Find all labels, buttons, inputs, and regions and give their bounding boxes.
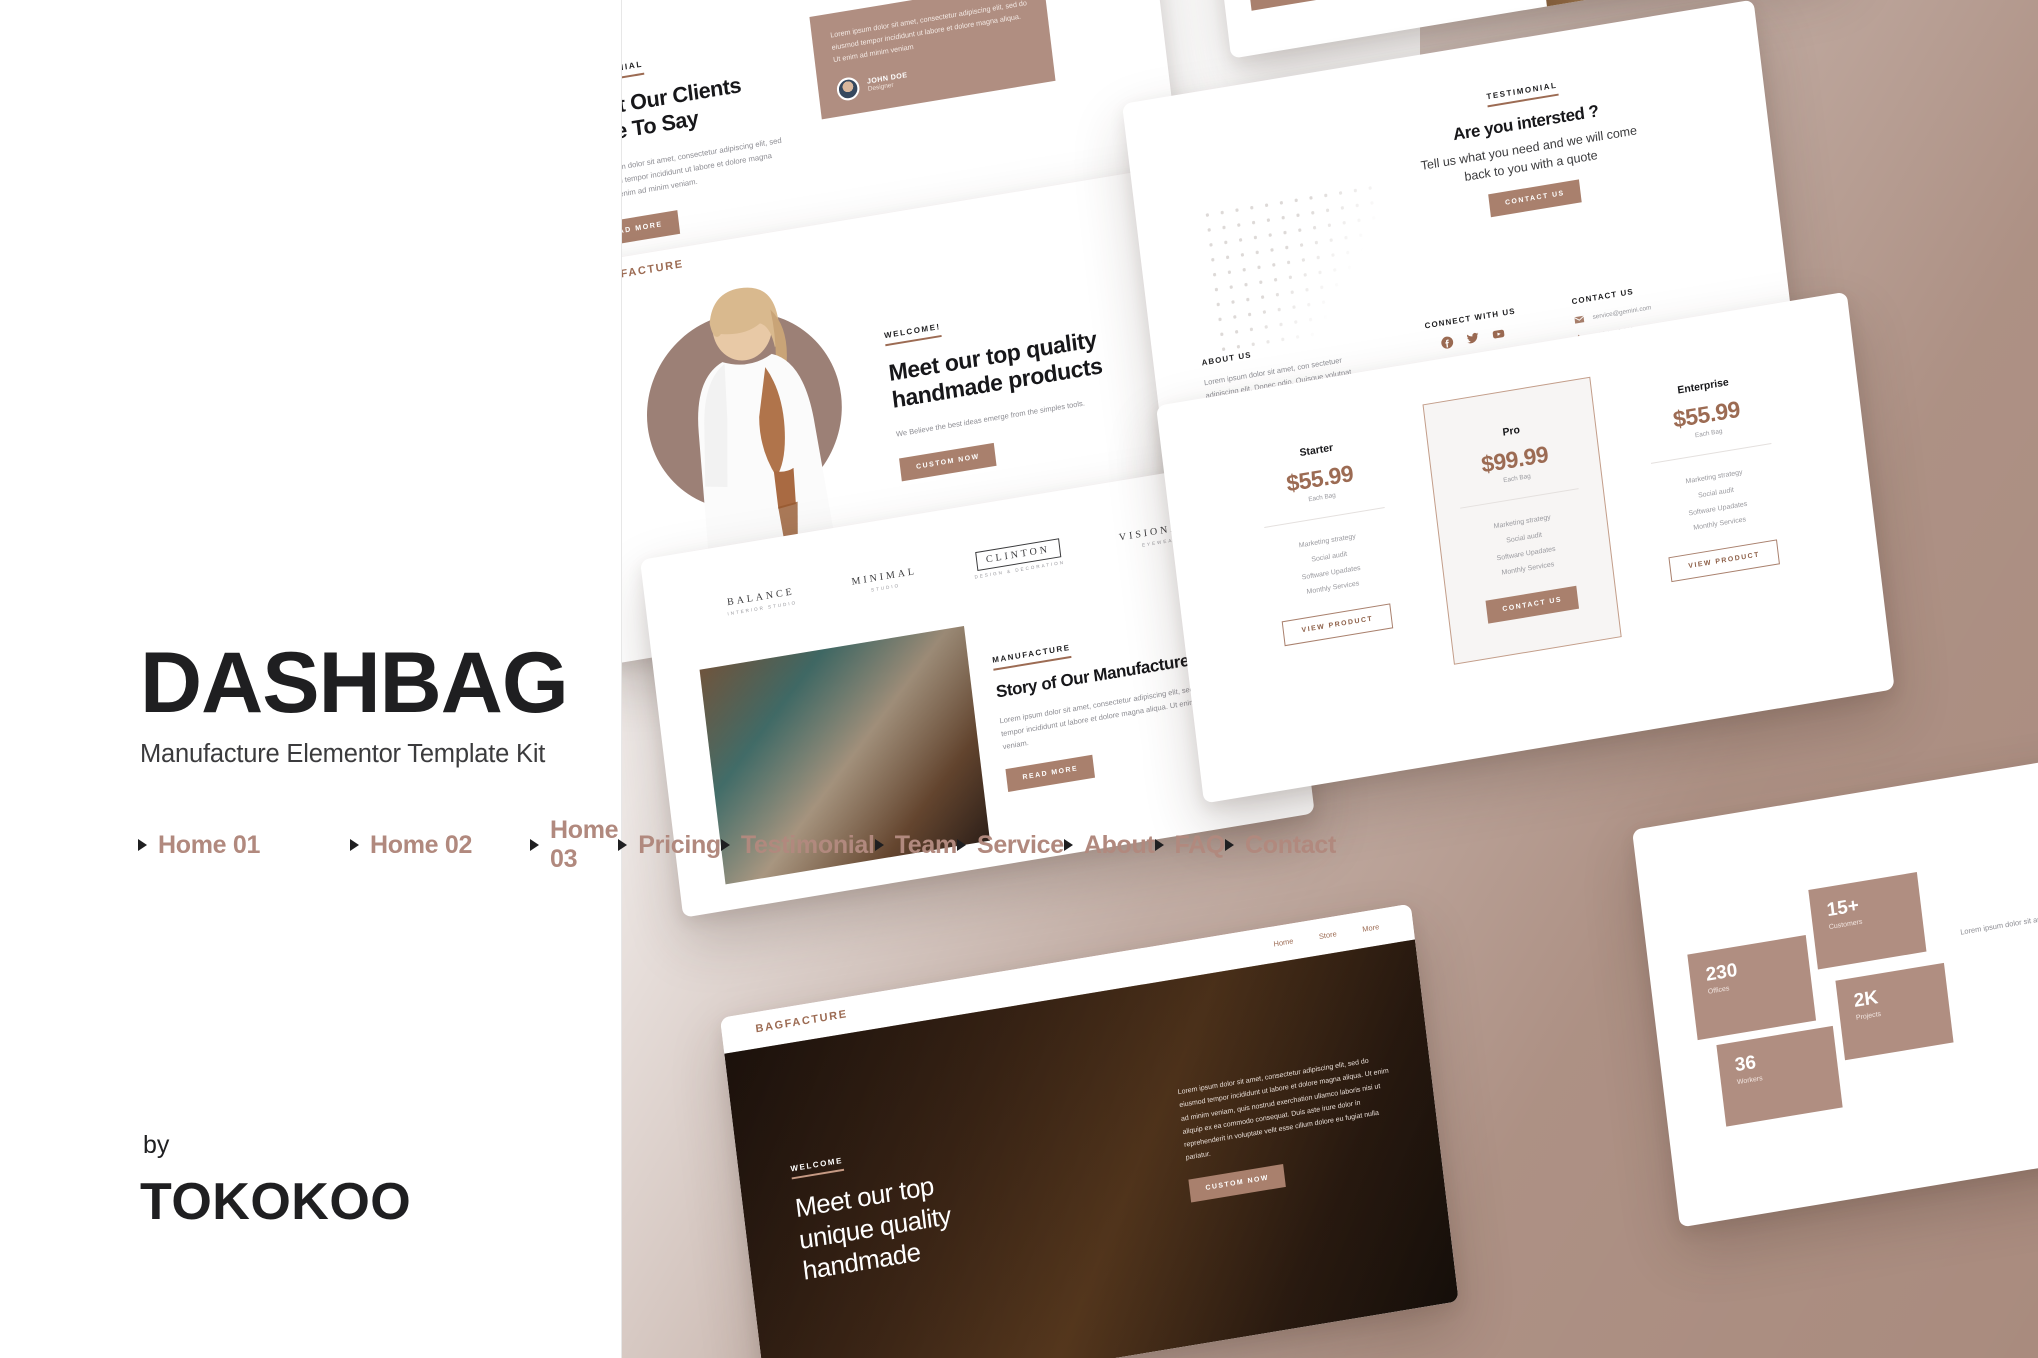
menu-item-home-03[interactable]: Home 03: [530, 816, 619, 873]
author-brand: TOKOKOO: [140, 1173, 412, 1231]
menu-item-about[interactable]: About: [1063, 822, 1155, 868]
triangle-bullet-icon: [956, 839, 966, 851]
plan-cta-button[interactable]: VIEW PRODUCT: [1668, 539, 1781, 583]
poster-stage: TESTIMONIAL What Our Clients Have To Say…: [0, 0, 2038, 1358]
dark-hero-eyebrow: WELCOME: [790, 1155, 845, 1180]
menu-item-faq[interactable]: FAQ: [1154, 822, 1226, 868]
triangle-bullet-icon: [1154, 839, 1164, 851]
testimonial-quote-card-2: Lorem ipsum dolor sit amet, consectetur …: [809, 0, 1056, 120]
brand-logo-minimal: MINIMAL STUDIO: [851, 565, 918, 595]
menu-item-testimonial[interactable]: Testimonial: [720, 822, 875, 868]
menu-item-label: About: [1083, 830, 1155, 859]
divider: [1264, 507, 1385, 528]
stat-offices: 230 Offices: [1687, 935, 1817, 1041]
triangle-bullet-icon: [720, 839, 730, 851]
menu-item-label: Home 01: [158, 830, 261, 859]
nav-item-home[interactable]: Home: [1273, 936, 1294, 948]
contact-eyebrow: TESTIMONIAL: [1485, 80, 1559, 108]
divider: [1460, 488, 1579, 509]
triangle-bullet-icon: [874, 839, 884, 851]
contact-heading-block: TESTIMONIAL Are you intersted ? Tell us …: [1338, 50, 1719, 240]
menu-item-home-02[interactable]: Home 02: [350, 822, 530, 868]
page-subtitle: Manufacture Elementor Template Kit: [140, 740, 546, 768]
pricing-plan-starter: Starter $55.99 Each Bag Marketing strate…: [1229, 409, 1425, 671]
triangle-bullet-icon: [530, 839, 539, 851]
menu-item-label: Pricing: [638, 830, 721, 859]
dark-hero-logo: BAGFACTURE: [754, 1008, 849, 1036]
pricing-plan-enterprise: Enterprise $55.99 Each Bag Marketing str…: [1616, 345, 1812, 607]
triangle-bullet-icon: [138, 839, 147, 851]
twitter-icon[interactable]: [1465, 331, 1479, 346]
avatar: [835, 75, 861, 102]
contact-us-button[interactable]: CONTACT US: [1487, 179, 1582, 218]
menu-item-label: Service: [976, 830, 1064, 859]
menu-item-label: Testimonial: [740, 830, 875, 859]
triangle-bullet-icon: [1063, 839, 1073, 851]
menu-item-label: FAQ: [1174, 830, 1226, 859]
achievement-copy-block: ACHIEVEMENT Over 1300+ Complete & Still …: [1947, 783, 2038, 989]
stat-projects: 2K Projects: [1835, 962, 1954, 1061]
youtube-icon[interactable]: [1491, 327, 1505, 342]
menu-item-team[interactable]: Team: [874, 822, 958, 868]
divider: [1650, 442, 1772, 464]
hero-custom-now-button[interactable]: CUSTOM NOW: [899, 443, 997, 482]
menu-item-label: Home 03: [550, 816, 619, 873]
workshop-read-more-button[interactable]: READ MORE: [1248, 0, 1339, 12]
menu-item-contact[interactable]: Contact: [1225, 822, 1336, 868]
achievement-stat-grid: 230 Offices 15+ Customers 36 Workers 2K …: [1682, 868, 1956, 1137]
template-menu-list: Home 01 Home 02 Home 03 Pricing Testimon…: [138, 816, 1336, 873]
story-read-more-button[interactable]: READ MORE: [1005, 755, 1096, 793]
menu-item-service[interactable]: Service: [956, 822, 1064, 868]
mockup-achievement-card: 230 Offices 15+ Customers 36 Workers 2K …: [1632, 715, 2038, 1228]
triangle-bullet-icon: [618, 839, 628, 851]
nav-item-store[interactable]: Store: [1318, 929, 1337, 941]
menu-item-label: Contact: [1245, 830, 1336, 859]
mockup-dark-hero-card: BAGFACTURE Home Store More WELCOME Meet …: [720, 903, 1459, 1358]
pricing-plan-pro: Pro $99.99 Each Bag Marketing strategy S…: [1422, 376, 1622, 665]
triangle-bullet-icon: [350, 839, 359, 851]
contact-email-value: service@gemini.com: [1592, 304, 1652, 321]
triangle-bullet-icon: [1225, 839, 1235, 851]
by-label: by: [143, 1131, 170, 1159]
menu-item-home-01[interactable]: Home 01: [138, 822, 350, 868]
menu-item-pricing[interactable]: Pricing: [618, 822, 721, 868]
plan-cta-button[interactable]: VIEW PRODUCT: [1281, 603, 1394, 647]
menu-item-label: Home 02: [370, 830, 473, 859]
story-eyebrow: MANUFACTURE: [991, 642, 1072, 671]
pricing-plan-row: Starter $55.99 Each Bag Marketing strate…: [1161, 333, 1883, 708]
plan-cta-button[interactable]: CONTACT US: [1485, 585, 1580, 624]
stat-customers: 15+ Customers: [1808, 872, 1927, 970]
facebook-icon[interactable]: [1440, 335, 1454, 350]
brand-logo-clinton: CLINTON DESIGN & DECORATION: [972, 537, 1065, 580]
page-title: DASHBAG: [140, 635, 569, 731]
brand-logo-balance: BALANCE INTERIOR STUDIO: [725, 586, 798, 616]
hero-eyebrow: WELCOME!: [883, 321, 942, 347]
stat-workers: 36 Workers: [1716, 1025, 1843, 1127]
menu-item-label: Team: [894, 830, 958, 859]
mail-icon: [1574, 315, 1585, 324]
nav-item-more[interactable]: More: [1362, 922, 1380, 934]
info-panel: DASHBAG Manufacture Elementor Template K…: [0, 0, 1336, 1358]
